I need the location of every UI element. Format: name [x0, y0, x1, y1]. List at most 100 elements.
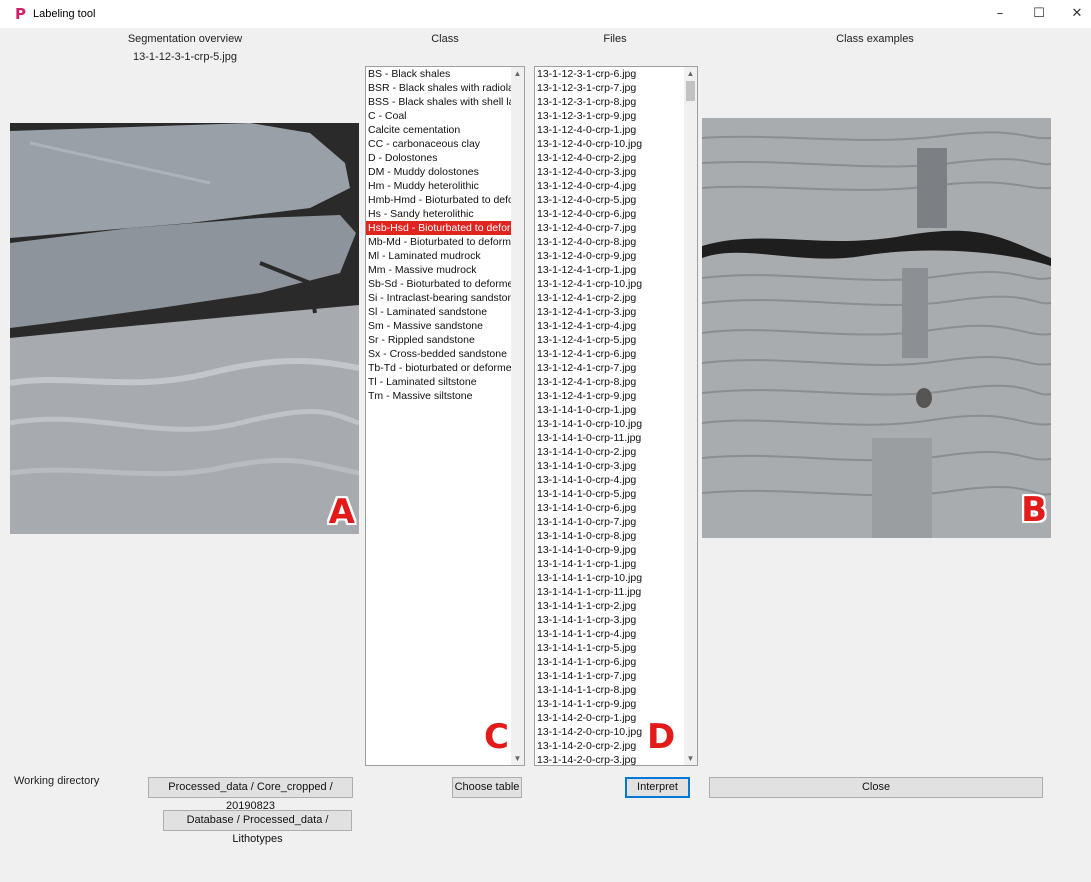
class-list-item[interactable]: Tl - Laminated siltstone	[366, 375, 511, 389]
file-list-item[interactable]: 13-1-14-1-1-crp-7.jpg	[535, 669, 683, 683]
file-list-item[interactable]: 13-1-12-4-0-crp-5.jpg	[535, 193, 683, 207]
class-list-item[interactable]: Sb-Sd - Bioturbated to deformed	[366, 277, 511, 291]
class-scrollbar[interactable]: ▲ ▼	[511, 67, 524, 765]
scrollbar-thumb[interactable]	[686, 81, 695, 101]
class-list-item[interactable]: Hmb-Hmd - Bioturbated to deformed	[366, 193, 511, 207]
class-list-item[interactable]: BSS - Black shales with shell lamina	[366, 95, 511, 109]
class-list-item[interactable]: CC - carbonaceous clay	[366, 137, 511, 151]
file-list-item[interactable]: 13-1-12-3-1-crp-9.jpg	[535, 109, 683, 123]
class-list-item[interactable]: Calcite cementation	[366, 123, 511, 137]
class-examples-header: Class examples	[836, 33, 914, 45]
file-list-item[interactable]: 13-1-12-4-1-crp-8.jpg	[535, 375, 683, 389]
class-list-item[interactable]: C - Coal	[366, 109, 511, 123]
panel-letter-a: A	[328, 492, 355, 532]
close-window-button[interactable]: ✕	[1062, 4, 1091, 24]
files-listbox[interactable]: 13-1-12-3-1-crp-6.jpg 13-1-12-3-1-crp-7.j…	[534, 66, 698, 766]
choose-table-button[interactable]: Choose table	[452, 777, 522, 798]
files-header: Files	[603, 33, 627, 45]
processed-path-button[interactable]: Processed_data / Core_cropped / 20190823	[148, 777, 353, 812]
class-list-item[interactable]: DM - Muddy dolostones	[366, 165, 511, 179]
file-list-item[interactable]: 13-1-14-1-0-crp-11.jpg	[535, 431, 683, 445]
file-list-item[interactable]: 13-1-12-3-1-crp-6.jpg	[535, 67, 683, 81]
class-list-item[interactable]: Tm - Massive siltstone	[366, 389, 511, 403]
file-list-item[interactable]: 13-1-12-4-1-crp-7.jpg	[535, 361, 683, 375]
class-list-item[interactable]: BS - Black shales	[366, 67, 511, 81]
file-list-item[interactable]: 13-1-12-4-1-crp-3.jpg	[535, 305, 683, 319]
class-list-item[interactable]: D - Dolostones	[366, 151, 511, 165]
file-list-item[interactable]: 13-1-14-1-0-crp-9.jpg	[535, 543, 683, 557]
file-list-item[interactable]: 13-1-12-4-1-crp-1.jpg	[535, 263, 683, 277]
chevron-up-icon[interactable]: ▲	[684, 67, 697, 80]
title-bar	[0, 0, 1091, 28]
file-list-item[interactable]: 13-1-14-1-1-crp-3.jpg	[535, 613, 683, 627]
file-list-item[interactable]: 13-1-14-1-1-crp-6.jpg	[535, 655, 683, 669]
file-list-item[interactable]: 13-1-12-4-0-crp-7.jpg	[535, 221, 683, 235]
file-list-item[interactable]: 13-1-12-4-0-crp-8.jpg	[535, 235, 683, 249]
class-list-item[interactable]: Hs - Sandy heterolithic	[366, 207, 511, 221]
class-listbox[interactable]: BS - Black shales BSR - Black shales with…	[365, 66, 525, 766]
class-list-item[interactable]: Sr - Rippled sandstone	[366, 333, 511, 347]
class-list-item[interactable]: Mb-Md - Bioturbated to deformed	[366, 235, 511, 249]
file-list-item[interactable]: 13-1-14-1-1-crp-1.jpg	[535, 557, 683, 571]
class-list-item[interactable]: Ml - Laminated mudrock	[366, 249, 511, 263]
file-list-item[interactable]: 13-1-14-1-1-crp-9.jpg	[535, 697, 683, 711]
chevron-down-icon[interactable]: ▼	[684, 752, 697, 765]
interpret-button[interactable]: Interpret	[625, 777, 690, 798]
file-list-item[interactable]: 13-1-12-3-1-crp-8.jpg	[535, 95, 683, 109]
file-list-item[interactable]: 13-1-14-1-0-crp-4.jpg	[535, 473, 683, 487]
file-list-item[interactable]: 13-1-14-1-0-crp-1.jpg	[535, 403, 683, 417]
file-list-item[interactable]: 13-1-12-4-1-crp-6.jpg	[535, 347, 683, 361]
class-list-item[interactable]: BSR - Black shales with radiolarians	[366, 81, 511, 95]
file-list-item[interactable]: 13-1-12-4-1-crp-10.jpg	[535, 277, 683, 291]
close-button[interactable]: Close	[709, 777, 1043, 798]
file-list-item[interactable]: 13-1-14-1-0-crp-5.jpg	[535, 487, 683, 501]
chevron-down-icon[interactable]: ▼	[511, 752, 524, 765]
panel-letter-c: C	[484, 717, 509, 757]
files-scrollbar[interactable]: ▲ ▼	[684, 67, 697, 765]
file-list-item[interactable]: 13-1-14-1-0-crp-6.jpg	[535, 501, 683, 515]
file-list-item[interactable]: 13-1-12-4-0-crp-6.jpg	[535, 207, 683, 221]
file-list-item[interactable]: 13-1-14-1-1-crp-8.jpg	[535, 683, 683, 697]
file-list-item[interactable]: 13-1-14-1-0-crp-8.jpg	[535, 529, 683, 543]
panel-letter-d: D	[647, 717, 676, 757]
file-list-item[interactable]: 13-1-12-4-0-crp-4.jpg	[535, 179, 683, 193]
file-list-item[interactable]: 13-1-12-4-0-crp-2.jpg	[535, 151, 683, 165]
file-list-item[interactable]: 13-1-14-1-1-crp-11.jpg	[535, 585, 683, 599]
file-list-item[interactable]: 13-1-12-4-0-crp-9.jpg	[535, 249, 683, 263]
class-examples-image: B	[702, 118, 1051, 538]
class-list-item[interactable]: Hsb-Hsd - Bioturbated to deformed	[366, 221, 511, 235]
file-list-item[interactable]: 13-1-14-1-1-crp-2.jpg	[535, 599, 683, 613]
file-list-item[interactable]: 13-1-12-4-1-crp-5.jpg	[535, 333, 683, 347]
class-list-item[interactable]: Si - Intraclast-bearing sandstone	[366, 291, 511, 305]
file-list-item[interactable]: 13-1-14-1-0-crp-3.jpg	[535, 459, 683, 473]
database-path-button[interactable]: Database / Processed_data / Lithotypes	[163, 810, 352, 845]
class-list-item[interactable]: Sl - Laminated sandstone	[366, 305, 511, 319]
file-list-item[interactable]: 13-1-12-4-0-crp-3.jpg	[535, 165, 683, 179]
class-list-item[interactable]: Hm - Muddy heterolithic	[366, 179, 511, 193]
file-list-item[interactable]: 13-1-12-4-1-crp-4.jpg	[535, 319, 683, 333]
class-list-item[interactable]: Tb-Td - bioturbated or deformed	[366, 361, 511, 375]
chevron-up-icon[interactable]: ▲	[511, 67, 524, 80]
file-list-item[interactable]: 13-1-14-1-1-crp-10.jpg	[535, 571, 683, 585]
class-list-item[interactable]: Sx - Cross-bedded sandstone	[366, 347, 511, 361]
file-list-item[interactable]: 13-1-12-4-1-crp-2.jpg	[535, 291, 683, 305]
minimize-button[interactable]: –	[985, 4, 1015, 24]
file-list-item[interactable]: 13-1-14-1-0-crp-2.jpg	[535, 445, 683, 459]
class-list-item[interactable]: Sm - Massive sandstone	[366, 319, 511, 333]
window-title: Labeling tool	[33, 8, 96, 20]
file-list-item[interactable]: 13-1-14-1-1-crp-4.jpg	[535, 627, 683, 641]
file-list-item[interactable]: 13-1-14-1-0-crp-7.jpg	[535, 515, 683, 529]
segmentation-overview-label: Segmentation overview	[127, 33, 243, 45]
maximize-button[interactable]: ☐	[1024, 4, 1054, 24]
working-directory-label: Working directory	[14, 775, 100, 787]
panel-letter-b: B	[1021, 490, 1047, 530]
app-logo-icon: P	[15, 5, 26, 23]
file-list-item[interactable]: 13-1-12-3-1-crp-7.jpg	[535, 81, 683, 95]
segmentation-overview-image: A	[10, 123, 359, 534]
file-list-item[interactable]: 13-1-12-4-1-crp-9.jpg	[535, 389, 683, 403]
file-list-item[interactable]: 13-1-14-1-1-crp-5.jpg	[535, 641, 683, 655]
file-list-item[interactable]: 13-1-12-4-0-crp-10.jpg	[535, 137, 683, 151]
file-list-item[interactable]: 13-1-14-1-0-crp-10.jpg	[535, 417, 683, 431]
file-list-item[interactable]: 13-1-12-4-0-crp-1.jpg	[535, 123, 683, 137]
class-list-item[interactable]: Mm - Massive mudrock	[366, 263, 511, 277]
